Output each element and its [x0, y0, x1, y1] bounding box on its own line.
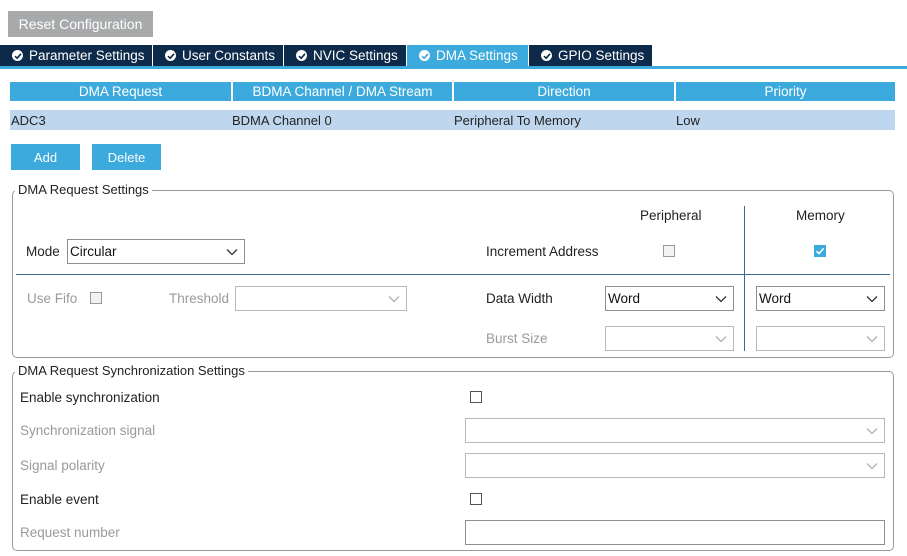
page: { "toolbar": { "reset_label": "Reset Con… [0, 0, 907, 556]
table-cell-channel[interactable]: BDMA Channel 0 [231, 110, 453, 130]
chevron-down-icon [866, 295, 878, 302]
burst-size-label: Burst Size [486, 331, 548, 346]
delete-button[interactable]: Delete [92, 144, 161, 170]
column-header-dma-request[interactable]: DMA Request [10, 82, 231, 101]
column-header-channel[interactable]: BDMA Channel / DMA Stream [233, 82, 452, 101]
section-divider [16, 274, 890, 275]
enable-event-label: Enable event [20, 492, 99, 507]
column-header-priority[interactable]: Priority [676, 82, 895, 101]
request-number-label: Request number [20, 525, 120, 540]
tab-label: NVIC Settings [313, 48, 398, 63]
threshold-label: Threshold [169, 291, 230, 306]
table-cell-priority[interactable]: Low [675, 110, 895, 130]
tab-label: DMA Settings [436, 48, 518, 63]
data-width-label: Data Width [486, 291, 553, 306]
enable-event-checkbox[interactable] [470, 493, 482, 505]
signal-polarity-select[interactable] [465, 453, 885, 478]
chevron-down-icon [388, 295, 400, 302]
increment-address-peripheral-checkbox[interactable] [663, 245, 675, 257]
data-width-memory-value: Word [759, 291, 792, 306]
dma-request-settings-legend: DMA Request Settings [15, 182, 152, 197]
chevron-down-icon [866, 462, 878, 469]
tab-nvic-settings[interactable]: NVIC Settings [284, 45, 407, 66]
check-circle-icon [541, 50, 552, 61]
check-circle-icon [419, 50, 430, 61]
chevron-down-icon [866, 427, 878, 434]
table-cell-direction[interactable]: Peripheral To Memory [453, 110, 675, 130]
tab-parameter-settings[interactable]: Parameter Settings [0, 45, 153, 66]
enable-synchronization-checkbox[interactable] [470, 391, 482, 403]
mode-select-value: Circular [70, 244, 117, 259]
table-cell-request[interactable]: ADC3 [10, 110, 231, 130]
column-divider [744, 206, 745, 351]
add-button[interactable]: Add [11, 144, 80, 170]
chevron-down-icon [715, 335, 727, 342]
tab-label: GPIO Settings [558, 48, 645, 63]
data-width-peripheral-select[interactable]: Word [605, 286, 734, 311]
check-circle-icon [165, 50, 176, 61]
tab-label: User Constants [182, 48, 276, 63]
dma-sync-settings-legend: DMA Request Synchronization Settings [15, 363, 248, 378]
data-width-peripheral-value: Word [608, 291, 641, 306]
chevron-down-icon [715, 295, 727, 302]
burst-size-peripheral-select[interactable] [605, 326, 734, 351]
check-circle-icon [296, 50, 307, 61]
use-fifo-label: Use Fifo [27, 291, 78, 306]
synchronization-signal-select[interactable] [465, 418, 885, 443]
checkmark-icon [815, 247, 825, 255]
synchronization-signal-label: Synchronization signal [20, 423, 156, 438]
increment-address-memory-checkbox[interactable] [814, 245, 826, 257]
signal-polarity-label: Signal polarity [20, 458, 105, 473]
burst-size-memory-select[interactable] [756, 326, 885, 351]
threshold-select[interactable] [235, 286, 407, 311]
chevron-down-icon [226, 248, 238, 255]
tab-dma-settings[interactable]: DMA Settings [407, 45, 529, 66]
mode-label: Mode [26, 244, 60, 259]
increment-address-label: Increment Address [486, 244, 599, 259]
column-header-direction[interactable]: Direction [454, 82, 674, 101]
reset-configuration-button[interactable]: Reset Configuration [8, 11, 153, 37]
memory-column-header: Memory [796, 208, 845, 223]
settings-tabbar: Parameter Settings User Constants NVIC S… [0, 45, 653, 66]
enable-synchronization-label: Enable synchronization [20, 390, 160, 405]
tab-gpio-settings[interactable]: GPIO Settings [529, 45, 653, 66]
data-width-memory-select[interactable]: Word [756, 286, 885, 311]
mode-select[interactable]: Circular [67, 239, 245, 264]
tab-user-constants[interactable]: User Constants [153, 45, 284, 66]
peripheral-column-header: Peripheral [640, 208, 702, 223]
tab-underline [0, 66, 907, 69]
chevron-down-icon [866, 335, 878, 342]
check-circle-icon [12, 50, 23, 61]
tab-label: Parameter Settings [29, 48, 145, 63]
use-fifo-checkbox[interactable] [90, 292, 102, 304]
request-number-input[interactable] [465, 520, 885, 545]
